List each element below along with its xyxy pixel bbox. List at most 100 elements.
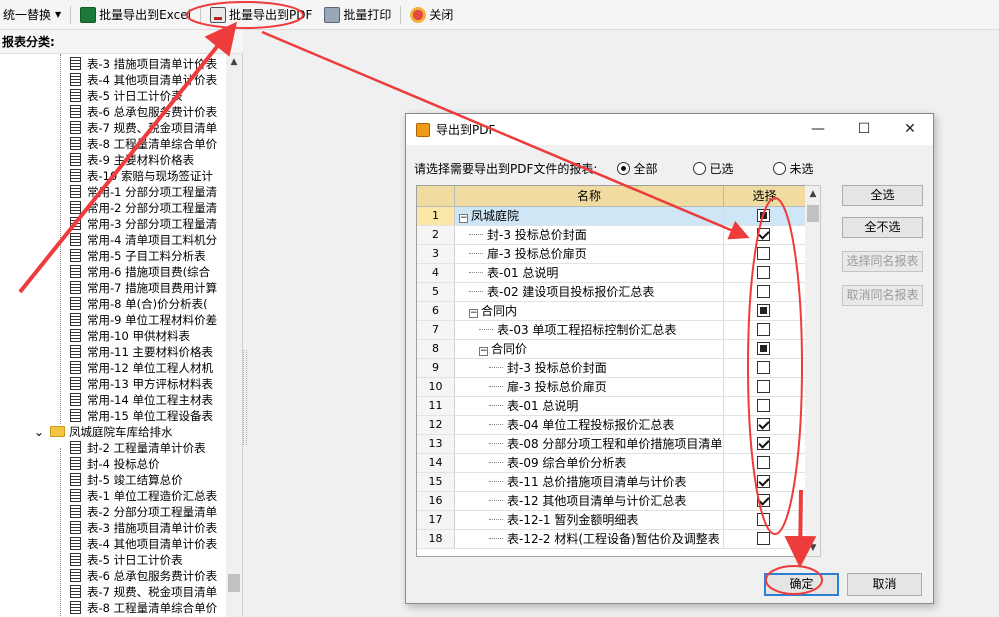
tree-report-item[interactable]: 常用-2 分部分项工程量清 <box>70 200 217 216</box>
row-name-cell[interactable]: 扉-3 投标总价扉页 <box>455 245 724 263</box>
row-name-cell[interactable]: 表-02 建设项目投标报价汇总表 <box>455 283 724 301</box>
tree-report-item[interactable]: 常用-15 单位工程设备表 <box>70 408 213 424</box>
grid-row[interactable]: 5 表-02 建设项目投标报价汇总表 <box>417 283 815 302</box>
row-checkbox[interactable] <box>757 304 770 317</box>
grid-scrollbar[interactable]: ▲ ▼ <box>805 185 821 557</box>
row-name-cell[interactable]: 表-09 综合单价分析表 <box>455 454 724 472</box>
select-none-button[interactable]: 全不选 <box>842 217 923 238</box>
row-checkbox[interactable] <box>757 437 770 450</box>
tree-report-item[interactable]: 封-5 竣工结算总价 <box>70 472 183 488</box>
row-checkbox[interactable] <box>757 342 770 355</box>
ok-button[interactable]: 确定 <box>764 573 839 596</box>
row-checkbox[interactable] <box>757 380 770 393</box>
chevron-down-icon[interactable]: ⌄ <box>34 425 44 439</box>
grid-row[interactable]: 16 表-12 其他项目清单与计价汇总表 <box>417 492 815 511</box>
tree-report-item[interactable]: 封-2 工程量清单计价表 <box>70 440 206 456</box>
tree-report-item[interactable]: 表-4 其他项目清单计价表 <box>70 536 217 552</box>
row-name-cell[interactable]: 表-12-1 暂列金额明细表 <box>455 511 724 529</box>
row-checkbox[interactable] <box>757 494 770 507</box>
row-checkbox[interactable] <box>757 418 770 431</box>
radio-unselected[interactable]: 未选 <box>773 160 813 177</box>
grid-row[interactable]: 14 表-09 综合单价分析表 <box>417 454 815 473</box>
grid-scroll-down-icon[interactable]: ▼ <box>805 540 821 556</box>
row-checkbox[interactable] <box>757 513 770 526</box>
grid-row[interactable]: 12 表-04 单位工程投标报价汇总表 <box>417 416 815 435</box>
tree-report-item[interactable]: 表-3 措施项目清单计价表 <box>70 520 217 536</box>
tree-report-item[interactable]: 常用-11 主要材料价格表 <box>70 344 213 360</box>
grid-row[interactable]: 6− 合同内 <box>417 302 815 321</box>
row-name-cell[interactable]: 表-12-2 材料(工程设备)暂估价及调整表 <box>455 530 724 548</box>
window-close-icon[interactable]: ✕ <box>887 114 933 145</box>
tree-report-item[interactable]: 表-2 分部分项工程量清单 <box>70 504 217 520</box>
row-name-cell[interactable]: − 合同价 <box>455 340 724 358</box>
row-checkbox[interactable] <box>757 285 770 298</box>
tree-report-item[interactable]: 表-5 计日工计价表 <box>70 88 183 104</box>
tree-report-item[interactable]: 表-9 主要材料价格表 <box>70 152 194 168</box>
column-header-select[interactable]: 选择 <box>724 186 806 207</box>
grid-row[interactable]: 13 表-08 分部分项工程和单价措施项目清单 <box>417 435 815 454</box>
row-checkbox[interactable] <box>757 266 770 279</box>
row-name-cell[interactable]: 表-04 单位工程投标报价汇总表 <box>455 416 724 434</box>
radio-selected[interactable]: 已选 <box>693 160 733 177</box>
grid-row[interactable]: 8− 合同价 <box>417 340 815 359</box>
tree-report-item[interactable]: 常用-7 措施项目费用计算 <box>70 280 217 296</box>
grid-row[interactable]: 1− 凤城庭院 <box>417 207 815 226</box>
radio-all[interactable]: 全部 <box>617 160 657 177</box>
splitter-handle[interactable] <box>243 350 247 445</box>
tree-report-item[interactable]: 表-10 索赔与现场签证计 <box>70 168 213 184</box>
tree-report-item[interactable]: 常用-3 分部分项工程量清 <box>70 216 217 232</box>
export-excel-button[interactable]: 批量导出到Excel <box>77 4 194 26</box>
row-checkbox[interactable] <box>757 209 770 222</box>
grid-row[interactable]: 2 封-3 投标总价封面 <box>417 226 815 245</box>
tree-report-item[interactable]: 常用-9 单位工程材料价差 <box>70 312 217 328</box>
row-name-cell[interactable]: − 合同内 <box>455 302 724 320</box>
row-checkbox[interactable] <box>757 228 770 241</box>
tree-report-item[interactable]: 常用-6 措施项目费(综合 <box>70 264 210 280</box>
scroll-up-icon[interactable]: ▲ <box>226 54 242 70</box>
grid-row[interactable]: 4 表-01 总说明 <box>417 264 815 283</box>
tree-report-item[interactable]: 常用-8 单(合)价分析表( <box>70 296 208 312</box>
select-all-button[interactable]: 全选 <box>842 185 923 206</box>
grid-row[interactable]: 18 表-12-2 材料(工程设备)暂估价及调整表 <box>417 530 815 549</box>
close-button[interactable]: 关闭 <box>407 4 456 26</box>
tree-report-item[interactable]: 常用-10 甲供材料表 <box>70 328 190 344</box>
collapse-icon[interactable]: − <box>459 214 468 223</box>
tree-report-item[interactable]: 常用-5 子目工料分析表 <box>70 248 206 264</box>
row-name-cell[interactable]: 扉-3 投标总价扉页 <box>455 378 724 396</box>
tree-report-item[interactable]: 表-4 其他项目清单计价表 <box>70 72 217 88</box>
collapse-icon[interactable]: − <box>469 309 478 318</box>
column-header-name[interactable]: 名称 <box>455 186 724 207</box>
tree-folder-item[interactable]: ⌄ 凤城庭院车库给排水 <box>34 424 173 440</box>
tree-report-item[interactable]: 表-5 计日工计价表 <box>70 552 183 568</box>
row-name-cell[interactable]: 表-01 总说明 <box>455 264 724 282</box>
batch-print-button[interactable]: 批量打印 <box>321 4 394 26</box>
select-same-name-button[interactable]: 选择同名报表 <box>842 251 923 272</box>
tree-report-item[interactable]: 常用-4 清单项目工料机分 <box>70 232 217 248</box>
row-name-cell[interactable]: 表-08 分部分项工程和单价措施项目清单 <box>455 435 724 453</box>
grid-row[interactable]: 9 封-3 投标总价封面 <box>417 359 815 378</box>
tree-report-item[interactable]: 表-1 单位工程造价汇总表 <box>70 488 217 504</box>
row-checkbox[interactable] <box>757 247 770 260</box>
grid-row[interactable]: 3 扉-3 投标总价扉页 <box>417 245 815 264</box>
row-name-cell[interactable]: 封-3 投标总价封面 <box>455 359 724 377</box>
minimize-icon[interactable]: — <box>795 114 841 145</box>
row-checkbox[interactable] <box>757 399 770 412</box>
grid-row[interactable]: 10 扉-3 投标总价扉页 <box>417 378 815 397</box>
grid-row[interactable]: 7 表-03 单项工程招标控制价汇总表 <box>417 321 815 340</box>
row-name-cell[interactable]: 表-01 总说明 <box>455 397 724 415</box>
grid-row[interactable]: 11 表-01 总说明 <box>417 397 815 416</box>
row-checkbox[interactable] <box>757 456 770 469</box>
maximize-icon[interactable]: ☐ <box>841 114 887 145</box>
tree-report-item[interactable]: 常用-12 单位工程人材机 <box>70 360 213 376</box>
tree-report-item[interactable]: 表-8 工程量清单综合单价 <box>70 136 217 152</box>
tree-report-item[interactable]: 表-6 总承包服务费计价表 <box>70 104 217 120</box>
scroll-thumb[interactable] <box>228 574 240 592</box>
report-tree[interactable]: 表-3 措施项目清单计价表 表-4 其他项目清单计价表 表-5 计日工计价表 表-6 … <box>0 54 226 617</box>
tree-report-item[interactable]: 常用-13 甲方评标材料表 <box>70 376 213 392</box>
tree-report-item[interactable]: 表-8 工程量清单综合单价 <box>70 600 217 616</box>
cancel-same-name-button[interactable]: 取消同名报表 <box>842 285 923 306</box>
tree-scrollbar[interactable]: ▲ <box>226 54 242 617</box>
replace-dropdown-button[interactable]: 统一替换 ▼ <box>0 4 64 26</box>
row-name-cell[interactable]: 表-12 其他项目清单与计价汇总表 <box>455 492 724 510</box>
tree-report-item[interactable]: 表-7 规费、税金项目清单 <box>70 584 217 600</box>
